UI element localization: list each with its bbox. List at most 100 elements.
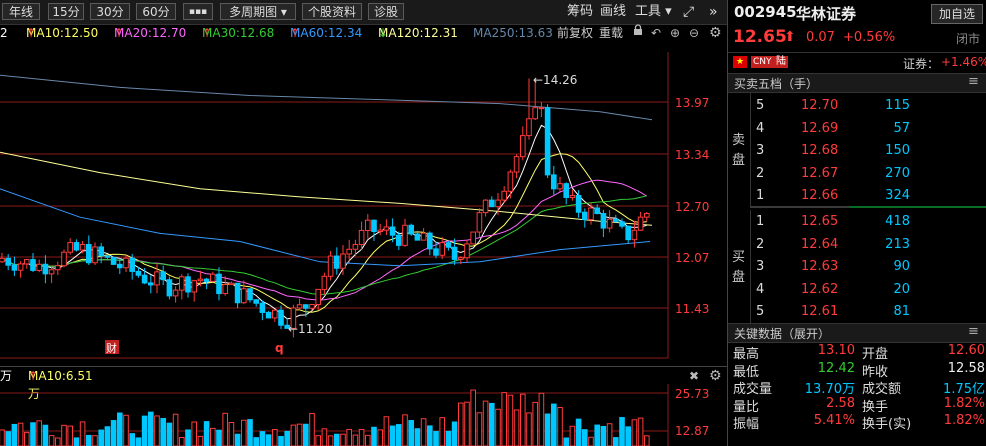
- settings-gear-icon[interactable]: ⚙: [709, 367, 722, 385]
- volume-bar: [117, 412, 123, 446]
- candle-body: [501, 190, 507, 201]
- add-watchlist-button[interactable]: 加自选: [931, 4, 983, 24]
- finance-marker[interactable]: 财: [106, 341, 117, 355]
- menu-icon[interactable]: ≡: [968, 74, 979, 89]
- chevron-down-icon: ▾: [280, 5, 287, 19]
- volume-bar: [613, 437, 619, 446]
- volume-label-mid: 12.87: [675, 424, 709, 438]
- connect-tag: 陆: [774, 56, 788, 68]
- volume-bar: [402, 414, 408, 446]
- buy-order-row[interactable]: 5 12.61 81: [728, 304, 986, 324]
- sector-label[interactable]: 证券：: [903, 55, 939, 72]
- order-volume: 115: [885, 98, 910, 113]
- volume-chart[interactable]: 25.73 12.87: [0, 384, 727, 446]
- keydata-value: 12.42: [817, 360, 855, 376]
- order-level: 1: [756, 188, 765, 203]
- candle-body: [420, 232, 427, 241]
- ma60-text: MA60:12.34: [290, 26, 363, 40]
- diagnose-button[interactable]: 诊股: [368, 3, 404, 20]
- candle-body: [30, 259, 36, 271]
- volume-bar: [451, 421, 458, 446]
- chips-button[interactable]: 筹码: [567, 4, 593, 20]
- volume-bar: [309, 412, 315, 446]
- period-15min-button[interactable]: 15分: [48, 3, 84, 20]
- sell-order-row[interactable]: 4 12.69 57: [728, 121, 986, 141]
- order-price: 12.67: [801, 165, 839, 181]
- keydata-value: 13.70万: [804, 382, 855, 397]
- zoom-out-icon[interactable]: ⊖: [689, 24, 699, 42]
- order-price: 12.61: [801, 304, 839, 319]
- candle-body: [482, 199, 489, 214]
- volume-bar: [476, 412, 483, 446]
- order-price: 12.62: [801, 281, 839, 297]
- more-periods-button[interactable]: ▪▪▪: [183, 3, 213, 20]
- volume-bar: [600, 425, 607, 446]
- sell-order-row[interactable]: 1 12.66 324: [728, 188, 986, 208]
- collapse-right-icon[interactable]: »: [709, 4, 718, 20]
- candle-body: [352, 244, 359, 250]
- volume-unit: 万: [0, 369, 13, 383]
- orderbook-header: 买卖五档（手） ≡: [728, 73, 986, 93]
- draw-button[interactable]: 画线: [600, 4, 626, 20]
- volume-bar: [272, 429, 278, 446]
- volume-bar: [210, 427, 216, 446]
- volume-bars: [0, 389, 650, 446]
- volume-bar: [321, 428, 328, 446]
- order-volume: 213: [885, 236, 910, 252]
- settings-gear-icon[interactable]: ⚙: [709, 24, 722, 42]
- candle-body: [451, 246, 458, 260]
- multi-period-dropdown[interactable]: 多周期图 ▾: [220, 3, 296, 20]
- period-60min-button[interactable]: 60分: [136, 3, 176, 20]
- volume-bar: [67, 425, 74, 446]
- close-icon[interactable]: ✖: [689, 367, 699, 385]
- volume-bar: [79, 421, 86, 446]
- candle-body: [5, 257, 11, 266]
- order-level: 4: [756, 281, 765, 297]
- buy-order-row[interactable]: 2 12.64 213: [728, 237, 986, 257]
- volume-bar: [439, 417, 445, 446]
- volume-bar: [234, 433, 241, 446]
- order-price: 12.64: [801, 236, 839, 252]
- volume-bar: [619, 417, 625, 446]
- zoom-in-icon[interactable]: ⊕: [670, 24, 680, 42]
- buy-order-row[interactable]: 3 12.63 90: [728, 259, 986, 279]
- kline-chart[interactable]: 13.97 13.34 12.70 12.07 11.43 ←14.26 ←11…: [0, 42, 727, 366]
- keydata-header[interactable]: 关键数据（展开） ≡: [728, 323, 986, 343]
- buy-order-row[interactable]: 4 12.62 20: [728, 282, 986, 302]
- sell-order-row[interactable]: 5 12.70 115: [728, 98, 986, 118]
- keydata-label: 最高: [733, 347, 760, 362]
- volume-bar: [557, 406, 563, 446]
- candle-body: [321, 275, 328, 290]
- overlay-button[interactable]: 重载: [599, 24, 623, 42]
- candle-body: [197, 278, 204, 282]
- volume-bar: [327, 435, 334, 446]
- keydata-value: 1.82%: [943, 413, 985, 428]
- volume-bar: [458, 402, 464, 446]
- adjust-button[interactable]: 前复权: [557, 24, 593, 42]
- volume-bar: [148, 411, 154, 446]
- sell-order-row[interactable]: 3 12.68 150: [728, 143, 986, 163]
- volume-bar: [166, 422, 173, 446]
- candle-body: [172, 289, 179, 297]
- volume-bar: [532, 401, 539, 446]
- high-annotation: ←14.26: [533, 73, 577, 87]
- tools-dropdown[interactable]: 工具 ▾: [635, 4, 672, 20]
- volume-bar: [92, 435, 98, 446]
- order-level: 2: [756, 236, 765, 252]
- order-price: 12.68: [801, 143, 839, 158]
- sell-order-row[interactable]: 2 12.67 270: [728, 166, 986, 186]
- volume-bar: [48, 435, 55, 446]
- buy-order-row[interactable]: 1 12.65 418: [728, 214, 986, 234]
- period-30min-button[interactable]: 30分: [90, 3, 130, 20]
- lock-icon[interactable]: [632, 23, 644, 41]
- undo-icon[interactable]: ↶: [651, 24, 661, 42]
- period-year-button[interactable]: 年线: [2, 3, 40, 20]
- stock-info-button[interactable]: 个股资料: [302, 3, 362, 20]
- volume-bar: [563, 437, 570, 446]
- candle-body: [104, 255, 111, 258]
- menu-icon[interactable]: ≡: [968, 324, 979, 339]
- candle-body: [135, 270, 142, 276]
- order-volume: 270: [885, 165, 910, 181]
- q-marker[interactable]: q: [275, 341, 284, 355]
- fullscreen-icon[interactable]: ⤢: [683, 4, 694, 20]
